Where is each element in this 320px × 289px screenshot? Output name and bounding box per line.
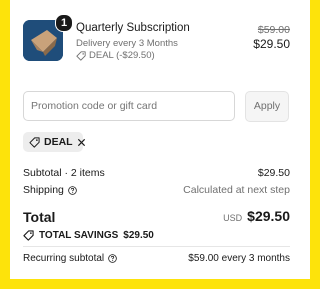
savings-value: $29.50: [123, 230, 154, 241]
tag-icon: [23, 230, 34, 241]
subtotal-row: Subtotal · 2 items: [23, 167, 105, 179]
help-circle-icon[interactable]: [68, 185, 77, 195]
original-price: $59.00: [257, 24, 290, 36]
total-savings: TOTAL SAVINGS $29.50: [23, 230, 154, 241]
total-amount: $29.50: [247, 208, 290, 224]
divider: [23, 246, 290, 247]
quantity-badge: 1: [55, 14, 73, 32]
promo-code-input[interactable]: [23, 91, 235, 121]
applied-discount-chip: DEAL: [23, 132, 86, 152]
help-circle-icon[interactable]: [108, 254, 117, 263]
recurring-subtotal-row: Recurring subtotal: [23, 253, 117, 264]
total-amount-group: USD $29.50: [223, 208, 290, 224]
recurring-subtotal-label: Recurring subtotal: [23, 253, 105, 264]
delivery-frequency: Delivery every 3 Months: [76, 38, 178, 49]
recurring-subtotal-value: $59.00 every 3 months: [188, 253, 290, 264]
savings-label: TOTAL SAVINGS: [39, 230, 119, 241]
shipping-label: Shipping: [23, 184, 64, 196]
item-discount: DEAL (-$29.50): [76, 50, 155, 61]
remove-discount-icon[interactable]: [77, 138, 86, 147]
order-summary-panel: 1 Quarterly Subscription Delivery every …: [10, 0, 310, 279]
subtotal-value: $29.50: [257, 167, 290, 179]
discounted-price: $29.50: [253, 37, 290, 51]
shipping-row: Shipping: [23, 184, 77, 196]
total-label: Total: [23, 209, 56, 225]
applied-code-label: DEAL: [44, 136, 73, 148]
item-discount-label: DEAL (-$29.50): [89, 50, 155, 61]
subtotal-label: Subtotal · 2 items: [23, 167, 105, 179]
shipping-value: Calculated at next step: [183, 184, 290, 196]
apply-button[interactable]: Apply: [245, 91, 289, 122]
currency-code: USD: [223, 213, 243, 223]
tag-icon: [76, 50, 86, 61]
product-title: Quarterly Subscription: [76, 22, 190, 34]
tag-icon: [29, 136, 40, 148]
